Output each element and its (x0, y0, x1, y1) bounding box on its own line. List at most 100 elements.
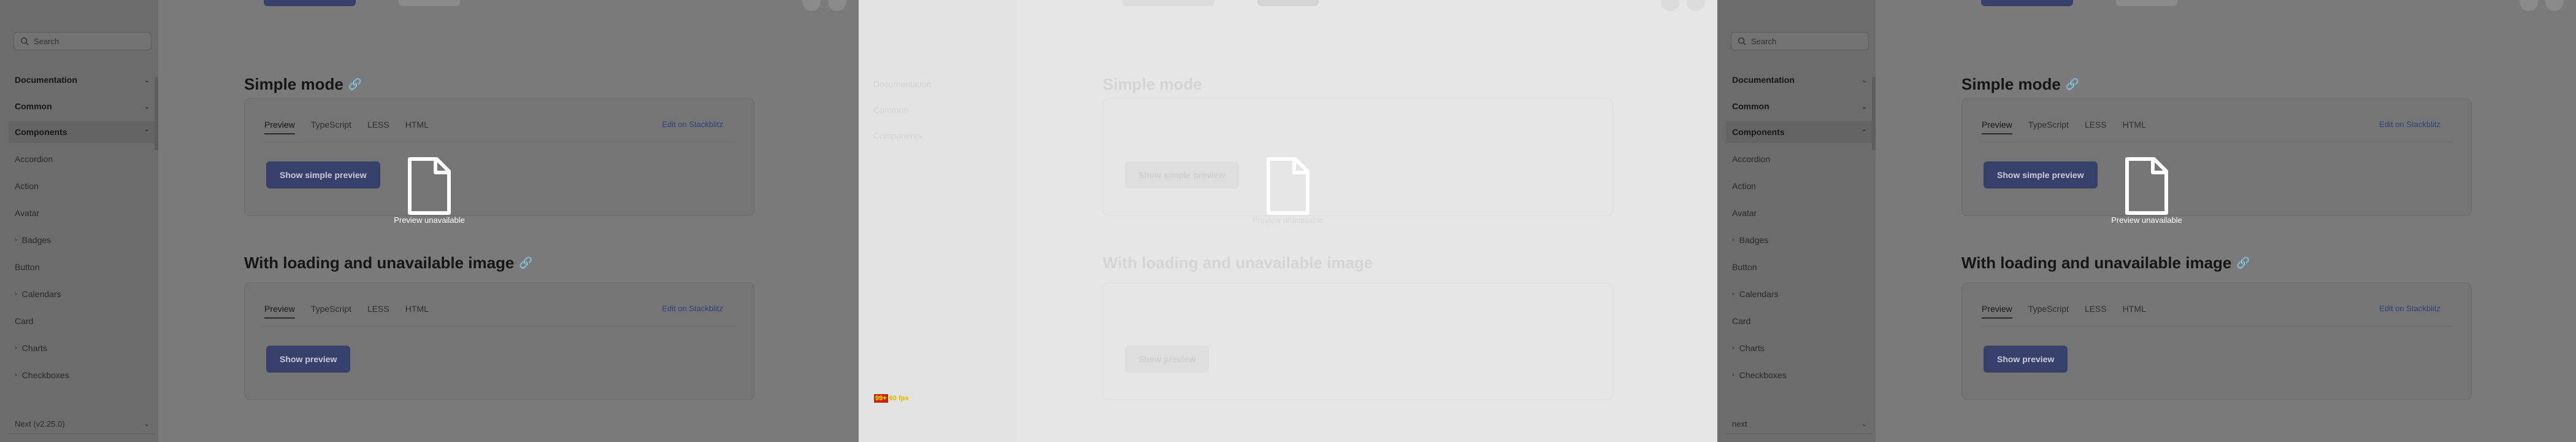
tab-less[interactable]: LESS (2085, 116, 2107, 133)
code-tabs: Preview TypeScript LESS HTML (264, 300, 429, 319)
sidebar-section-common[interactable]: Common ⌄ (9, 95, 156, 117)
sidebar-item-checkboxes[interactable]: › Checkboxes (1726, 363, 1873, 387)
show-preview-button[interactable]: Show preview (266, 346, 351, 373)
link-icon[interactable]: 🔗 (2066, 78, 2079, 91)
top-secondary-button[interactable] (1257, 0, 1319, 6)
section-title-text: Simple mode (1961, 74, 2061, 93)
sidebar-item-card[interactable]: Card (1726, 309, 1873, 333)
tab-preview[interactable]: Preview (264, 116, 295, 134)
sidebar-scrollbar[interactable] (1872, 77, 1876, 150)
show-preview-button[interactable]: Show preview (1984, 346, 2068, 373)
sidebar-section-documentation[interactable]: Documentation ⌄ (1726, 69, 1873, 91)
sidebar-item-action[interactable]: Action (1726, 174, 1873, 198)
search-placeholder: Search (34, 36, 59, 46)
stackblitz-link[interactable]: Edit on Stackblitz (2379, 120, 2440, 129)
sidebar-item-accordion[interactable]: Accordion (9, 147, 156, 171)
tab-preview[interactable]: Preview (1982, 116, 2012, 134)
version-select[interactable]: next ⌄ (1726, 414, 1873, 434)
perf-badge-count: 99+ (874, 394, 888, 403)
show-preview-button[interactable]: Show preview (1125, 346, 1209, 373)
sidebar-item-label: Components (873, 131, 922, 141)
overlay-text: Preview unavailable (2111, 215, 2182, 225)
sidebar-section-components[interactable]: Components ⌃ (1726, 121, 1873, 143)
corner-button[interactable] (828, 0, 846, 11)
tab-typescript[interactable]: TypeScript (311, 116, 351, 133)
stackblitz-link[interactable]: Edit on Stackblitz (662, 304, 723, 313)
sidebar-item-accordion[interactable]: Accordion (1726, 147, 1873, 171)
sidebar-item-faded[interactable]: Documentation (867, 72, 1014, 96)
show-simple-preview-button[interactable]: Show simple preview (1984, 161, 2098, 188)
sidebar-item-card[interactable]: Card (9, 309, 156, 333)
tab-less[interactable]: LESS (367, 116, 389, 133)
sidebar-item-label: Card (15, 316, 34, 326)
show-simple-preview-button[interactable]: Show simple preview (1125, 161, 1239, 188)
corner-button[interactable] (1687, 0, 1705, 11)
sidebar-item-charts[interactable]: › Charts (1726, 336, 1873, 360)
file-icon (408, 157, 451, 215)
corner-button[interactable] (802, 0, 821, 11)
sidebar-item-label: Button (15, 262, 40, 272)
sidebar-item-calendars[interactable]: › Calendars (1726, 282, 1873, 306)
sidebar-section-common[interactable]: Common ⌄ (1726, 95, 1873, 117)
sidebar-section-label: Components (15, 127, 67, 137)
tab-preview[interactable]: Preview (1982, 300, 2012, 319)
top-primary-button[interactable] (1122, 0, 1214, 6)
tab-typescript[interactable]: TypeScript (2028, 116, 2069, 133)
corner-button[interactable] (1661, 0, 1679, 11)
tab-typescript[interactable]: TypeScript (2028, 300, 2069, 317)
section-title-simple-mode: Simple mode 🔗 (244, 72, 362, 96)
section-title-simple-mode: Simple mode 🔗 (1961, 72, 2079, 96)
corner-button[interactable] (2520, 0, 2538, 11)
sidebar-item-label: Calendars (1739, 289, 1779, 299)
version-select[interactable]: Next (v2.25.0) ⌄ (9, 414, 156, 434)
tab-html[interactable]: HTML (405, 116, 429, 133)
top-secondary-button[interactable] (2116, 0, 2177, 6)
sidebar-item-button[interactable]: Button (9, 255, 156, 279)
link-icon[interactable]: 🔗 (519, 257, 532, 269)
code-tabs: Preview TypeScript LESS HTML (1982, 116, 2146, 134)
overlay-text: Preview unavailable (1252, 215, 1324, 225)
sidebar-item-faded[interactable]: Components (867, 123, 1014, 148)
sidebar-item-button[interactable]: Button (1726, 255, 1873, 279)
sidebar-item-checkboxes[interactable]: › Checkboxes (9, 363, 156, 387)
example-card: Preview TypeScript LESS HTML Edit on Sta… (1961, 282, 2472, 400)
sidebar-item-label: Common (873, 105, 908, 115)
chevron-down-icon: ⌄ (1861, 103, 1867, 110)
chevron-down-icon: ⌄ (1861, 421, 1867, 428)
tab-typescript[interactable]: TypeScript (311, 300, 351, 317)
sidebar-item-charts[interactable]: › Charts (9, 336, 156, 360)
sidebar-item-badges[interactable]: › Badges (9, 228, 156, 252)
tab-less[interactable]: LESS (367, 300, 389, 317)
chevron-down-icon: ⌄ (144, 421, 150, 428)
tab-html[interactable]: HTML (2123, 300, 2146, 317)
sidebar: Search Documentation ⌄ Common ⌄ Componen… (0, 0, 158, 442)
show-simple-preview-button[interactable]: Show simple preview (266, 161, 380, 188)
sidebar-item-faded[interactable]: Common (867, 98, 1014, 122)
top-primary-button[interactable] (1981, 0, 2073, 6)
tab-less[interactable]: LESS (2085, 300, 2107, 317)
link-icon[interactable]: 🔗 (348, 78, 362, 91)
search-input[interactable]: Search (1731, 32, 1869, 50)
sidebar-item-avatar[interactable]: Avatar (9, 201, 156, 225)
search-input[interactable]: Search (13, 32, 151, 50)
tab-html[interactable]: HTML (405, 300, 429, 317)
sidebar-scrollbar[interactable] (155, 77, 158, 150)
sidebar-section-components[interactable]: Components ⌃ (9, 121, 156, 143)
chevron-up-icon: ⌃ (1861, 128, 1867, 136)
stackblitz-link[interactable]: Edit on Stackblitz (2379, 304, 2440, 313)
corner-button[interactable] (2545, 0, 2564, 11)
tab-html[interactable]: HTML (2123, 116, 2146, 133)
chevron-right-icon: › (15, 371, 17, 379)
stackblitz-link[interactable]: Edit on Stackblitz (662, 120, 723, 129)
sidebar-item-calendars[interactable]: › Calendars (9, 282, 156, 306)
section-title-text: Simple mode (1103, 74, 1202, 93)
tab-preview[interactable]: Preview (264, 300, 295, 319)
sidebar-item-action[interactable]: Action (9, 174, 156, 198)
link-icon[interactable]: 🔗 (2236, 257, 2250, 269)
version-label: next (1732, 419, 1747, 428)
sidebar-item-avatar[interactable]: Avatar (1726, 201, 1873, 225)
sidebar-item-badges[interactable]: › Badges (1726, 228, 1873, 252)
top-secondary-button[interactable] (399, 0, 460, 6)
top-primary-button[interactable] (264, 0, 356, 6)
sidebar-section-documentation[interactable]: Documentation ⌄ (9, 69, 156, 91)
